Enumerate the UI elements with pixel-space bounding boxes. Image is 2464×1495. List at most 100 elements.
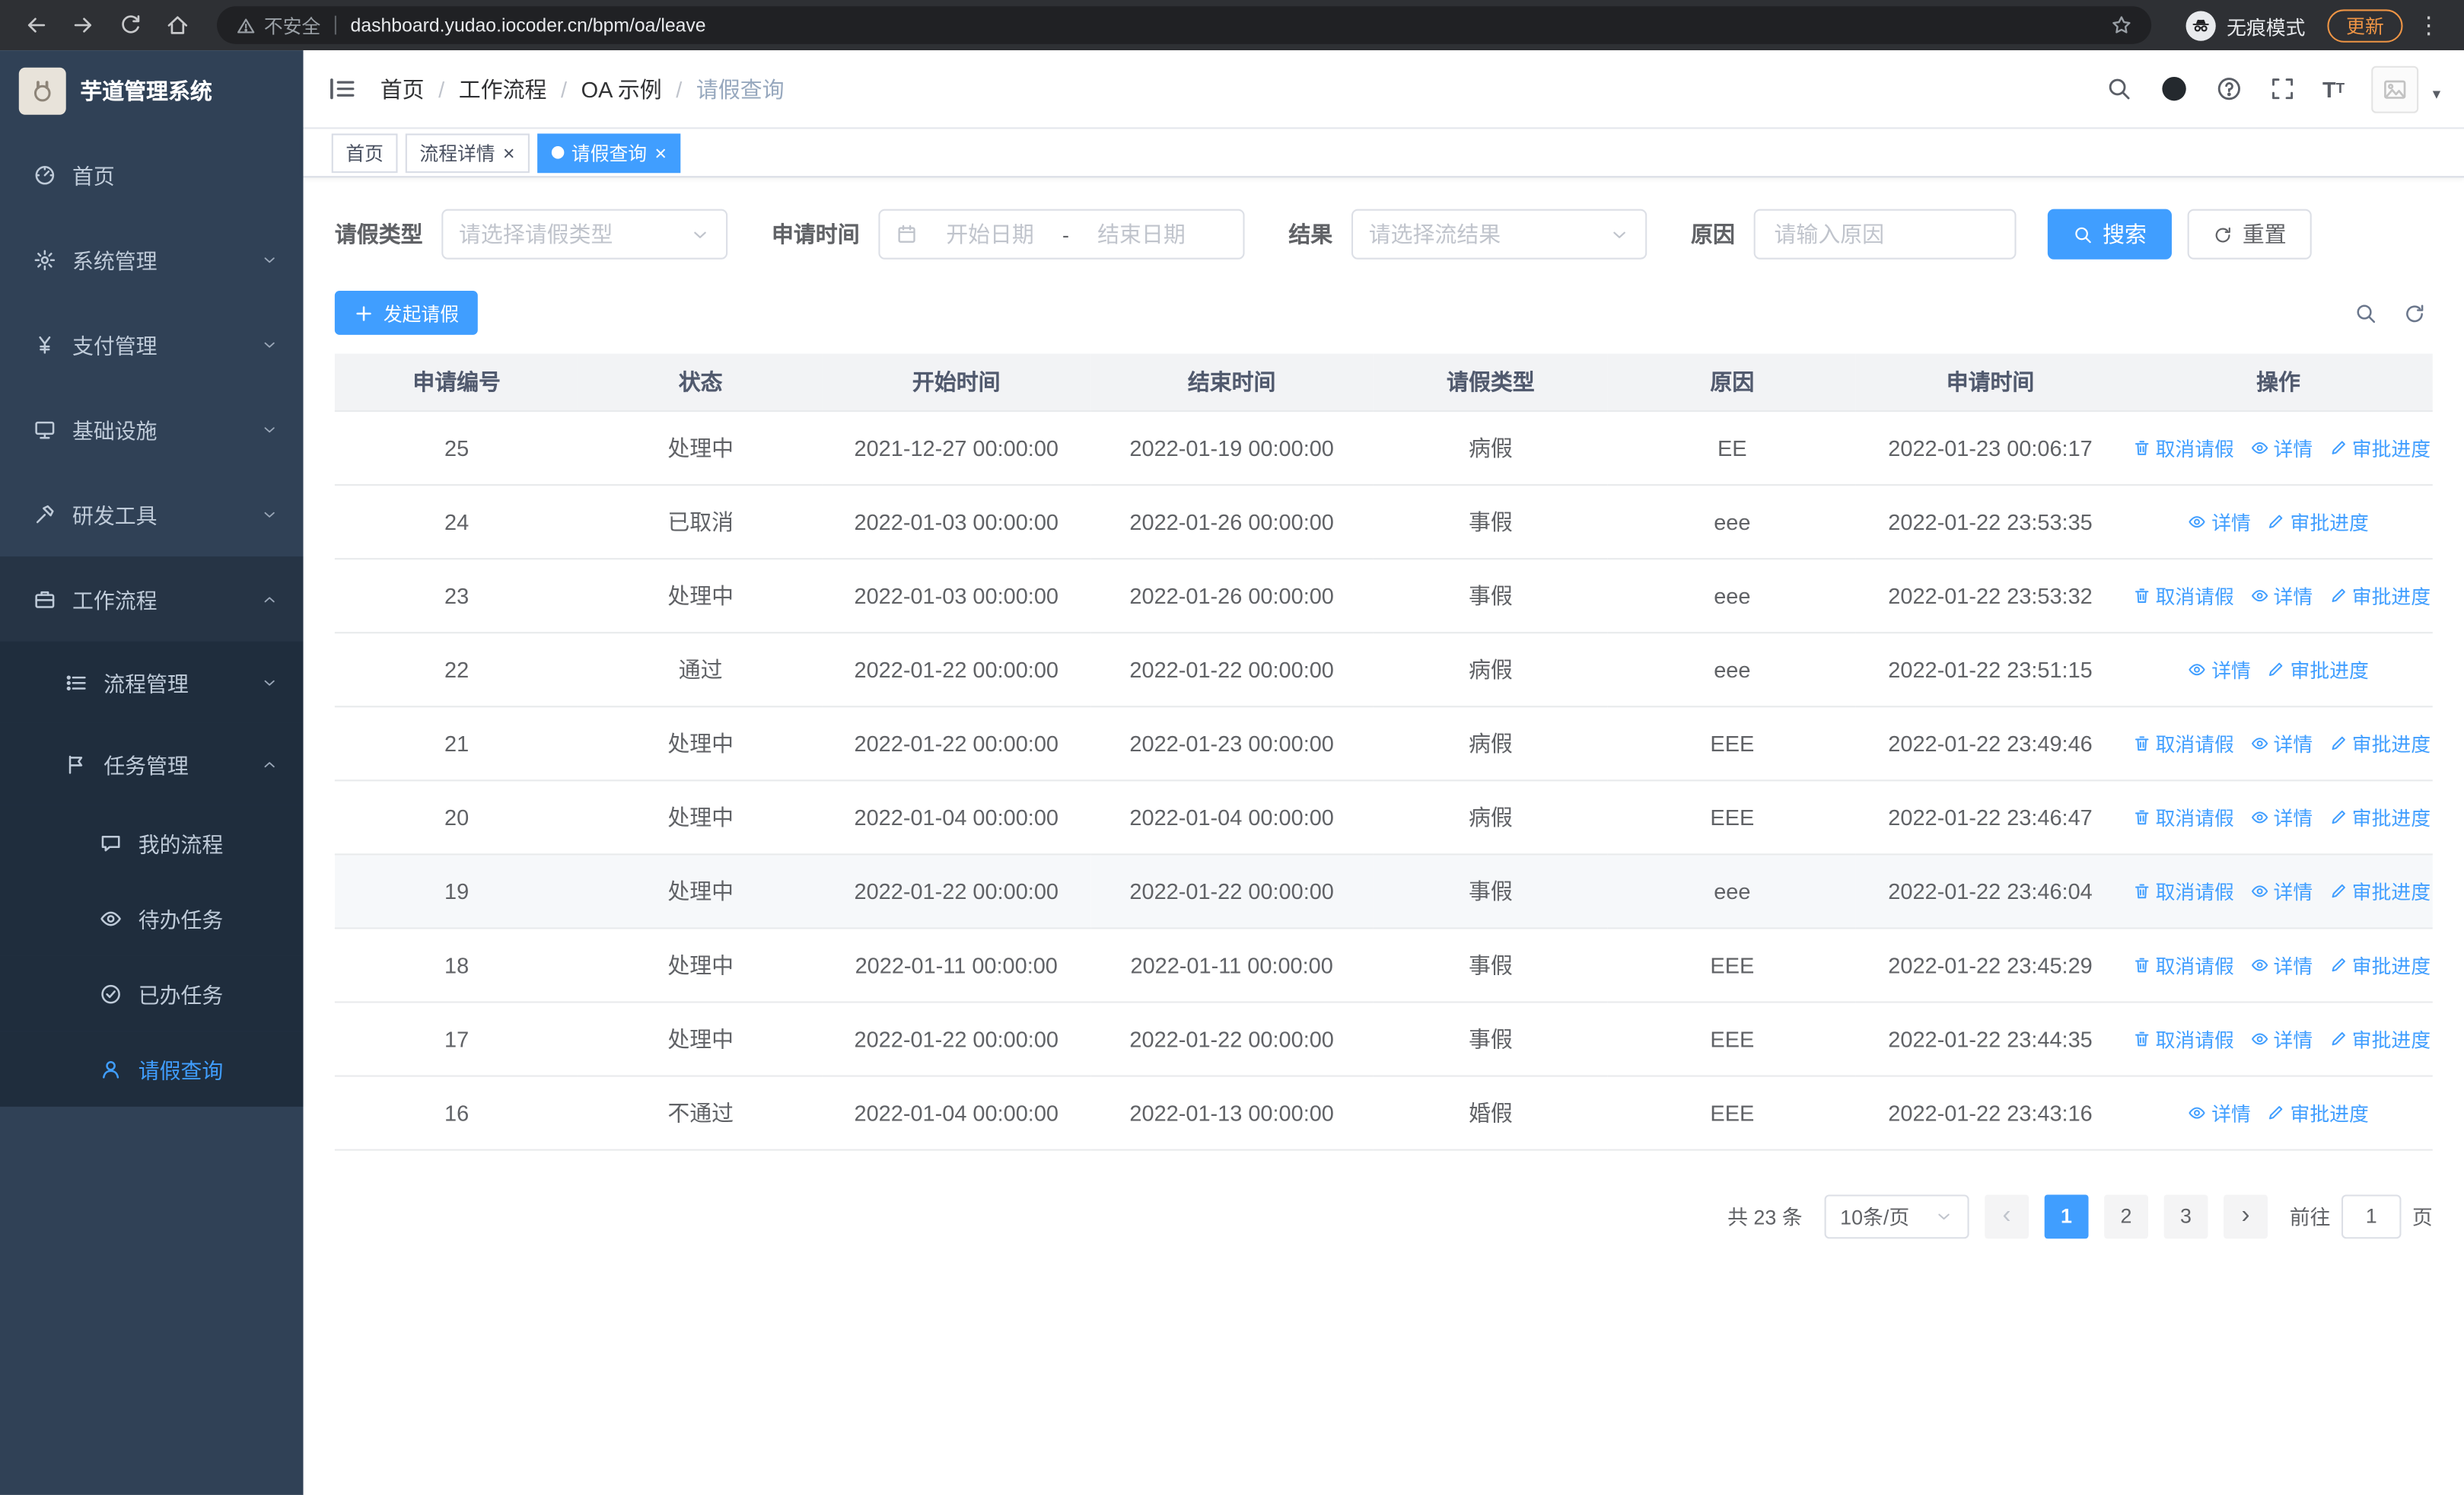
chevron-down-icon	[261, 336, 279, 353]
op-detail-link[interactable]: 详情	[2250, 728, 2313, 757]
op-cancel-link[interactable]: 取消请假	[2132, 949, 2234, 979]
op-cancel-link[interactable]: 取消请假	[2132, 432, 2234, 462]
op-detail-link[interactable]: 详情	[2250, 580, 2313, 610]
sidebar-item-label: 我的流程	[138, 833, 224, 857]
next-page-button[interactable]: ›	[2224, 1194, 2268, 1238]
sidebar-item-task-mgmt[interactable]: 任务管理	[0, 722, 304, 805]
github-icon[interactable]	[2159, 74, 2189, 104]
caret-down-icon[interactable]: ▾	[2433, 86, 2440, 113]
app-logo	[18, 67, 66, 115]
plus-icon	[354, 303, 374, 324]
prev-page-button[interactable]: ‹	[1985, 1194, 2029, 1238]
sidebar-item-payment[interactable]: 支付管理	[0, 301, 304, 387]
op-detail-link[interactable]: 详情	[2188, 506, 2251, 536]
chevron-up-icon	[261, 590, 279, 607]
avatar[interactable]	[2371, 65, 2419, 113]
help-icon[interactable]	[2216, 75, 2243, 102]
start-date-input[interactable]	[924, 222, 1056, 247]
table-cell: 事假	[1373, 1001, 1608, 1076]
op-detail-link[interactable]: 详情	[2250, 949, 2313, 979]
op-progress-link[interactable]: 审批进度	[2329, 728, 2431, 757]
sidebar-item-todo-task[interactable]: 待办任务	[0, 880, 304, 956]
op-detail-link[interactable]: 详情	[2250, 802, 2313, 831]
op-cancel-link[interactable]: 取消请假	[2132, 580, 2234, 610]
update-button[interactable]: 更新	[2327, 8, 2403, 42]
tab-label: 请假查询	[571, 142, 648, 164]
op-progress-link[interactable]: 审批进度	[2329, 949, 2431, 979]
op-progress-link[interactable]: 审批进度	[2267, 654, 2369, 684]
hamburger-icon[interactable]	[327, 74, 357, 104]
sidebar-item-done-task[interactable]: 已办任务	[0, 955, 304, 1031]
tab-leave-query[interactable]: 请假查询 ×	[536, 132, 681, 173]
table-cell: 2022-01-26 00:00:00	[1090, 484, 1374, 559]
op-detail-link[interactable]: 详情	[2250, 875, 2313, 905]
op-cancel-link[interactable]: 取消请假	[2132, 1023, 2234, 1053]
table-cell: 2022-01-22 23:53:32	[1856, 558, 2125, 633]
op-progress-link[interactable]: 审批进度	[2329, 1023, 2431, 1053]
table-search-icon[interactable]	[2354, 301, 2378, 324]
search-icon[interactable]	[2106, 75, 2132, 102]
chevron-down-icon	[261, 250, 279, 268]
app-logo-row[interactable]: 芋道管理系统	[0, 50, 304, 132]
breadcrumb-item[interactable]: 首页	[380, 73, 425, 104]
bookmark-star-icon[interactable]	[2110, 14, 2132, 37]
sidebar-item-infra[interactable]: 基础设施	[0, 387, 304, 472]
url-text[interactable]: dashboard.yudao.iocoder.cn/bpm/oa/leave	[351, 14, 2111, 37]
date-range-picker[interactable]: -	[878, 209, 1245, 260]
search-button[interactable]: 搜索	[2047, 209, 2172, 260]
reload-icon[interactable]	[110, 5, 151, 46]
op-label: 详情	[2273, 586, 2313, 609]
op-cancel-link[interactable]: 取消请假	[2132, 728, 2234, 757]
breadcrumb-item[interactable]: 工作流程	[459, 73, 547, 104]
security-warning[interactable]: 不安全	[236, 11, 320, 38]
fontsize-icon[interactable]: TT	[2322, 78, 2345, 100]
op-cancel-link[interactable]: 取消请假	[2132, 875, 2234, 905]
table-cell: 23	[334, 558, 579, 633]
result-select[interactable]: 请选择流结果	[1351, 209, 1647, 260]
column-header: 开始时间	[822, 353, 1090, 412]
sidebar-item-process-mgmt[interactable]: 流程管理	[0, 641, 304, 723]
op-detail-link[interactable]: 详情	[2188, 654, 2251, 684]
sidebar-item-leave-query[interactable]: 请假查询	[0, 1031, 304, 1107]
create-leave-button[interactable]: 发起请假	[334, 291, 478, 335]
reset-button[interactable]: 重置	[2187, 209, 2312, 260]
close-icon[interactable]: ×	[503, 142, 515, 163]
reason-input[interactable]	[1753, 209, 2017, 260]
home-icon[interactable]	[158, 5, 199, 46]
op-progress-link[interactable]: 审批进度	[2329, 802, 2431, 831]
op-detail-link[interactable]: 详情	[2188, 1097, 2251, 1127]
fullscreen-icon[interactable]	[2269, 75, 2296, 102]
op-detail-link[interactable]: 详情	[2250, 1023, 2313, 1053]
sidebar-item-devtools[interactable]: 研发工具	[0, 472, 304, 557]
op-detail-link[interactable]: 详情	[2250, 432, 2313, 462]
forward-icon[interactable]	[63, 5, 104, 46]
op-cancel-link[interactable]: 取消请假	[2132, 802, 2234, 831]
address-bar[interactable]: 不安全 dashboard.yudao.iocoder.cn/bpm/oa/le…	[216, 6, 2152, 44]
op-progress-link[interactable]: 审批进度	[2329, 432, 2431, 462]
goto-page-input[interactable]	[2341, 1194, 2402, 1238]
table-cell: 2022-01-22 23:44:35	[1856, 1001, 2125, 1076]
leave-type-select[interactable]: 请选择请假类型	[441, 209, 728, 260]
close-icon[interactable]: ×	[654, 142, 667, 163]
page-button-2[interactable]: 2	[2104, 1194, 2148, 1238]
table-refresh-icon[interactable]	[2403, 301, 2427, 324]
sidebar-item-home[interactable]: 首页	[0, 132, 304, 217]
sidebar-item-workflow[interactable]: 工作流程	[0, 556, 304, 642]
sidebar-item-system[interactable]: 系统管理	[0, 217, 304, 302]
op-progress-link[interactable]: 审批进度	[2267, 506, 2369, 536]
breadcrumb-item[interactable]: OA 示例	[581, 73, 662, 104]
table-cell: 2022-01-22 00:00:00	[822, 632, 1090, 707]
page-button-1[interactable]: 1	[2044, 1194, 2089, 1238]
tab-home[interactable]: 首页	[331, 132, 398, 173]
op-progress-link[interactable]: 审批进度	[2329, 875, 2431, 905]
end-date-input[interactable]	[1075, 222, 1208, 247]
back-icon[interactable]	[16, 5, 57, 46]
sidebar-item-my-process[interactable]: 我的流程	[0, 805, 304, 881]
op-progress-link[interactable]: 审批进度	[2267, 1097, 2369, 1127]
op-progress-link[interactable]: 审批进度	[2329, 580, 2431, 610]
page-button-3[interactable]: 3	[2163, 1194, 2208, 1238]
tab-process-detail[interactable]: 流程详情 ×	[405, 132, 530, 173]
browser-menu-icon[interactable]: ⋮	[2409, 11, 2449, 40]
page-size-select[interactable]: 10条/页	[1824, 1194, 1969, 1238]
table-cell: 2022-01-22 00:00:00	[1090, 1001, 1374, 1076]
